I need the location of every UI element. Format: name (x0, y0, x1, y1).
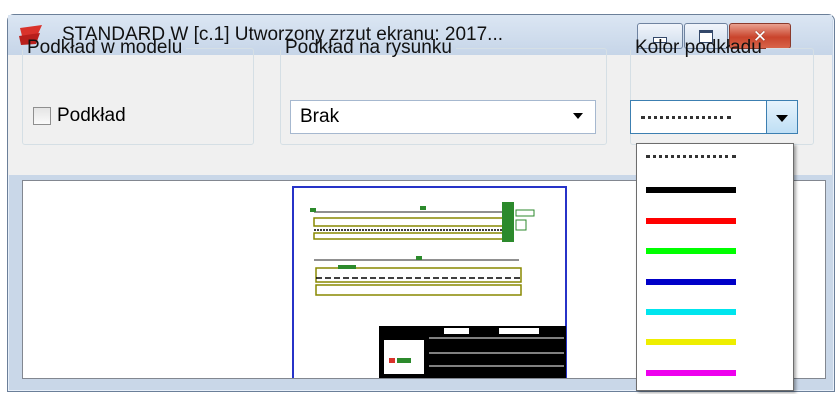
color-swatch-cyan (646, 309, 736, 315)
color-option-cyan[interactable] (637, 300, 793, 322)
color-option-blue[interactable] (637, 270, 793, 292)
model-background-group: Podkład w modelu (22, 37, 254, 145)
color-swatch-magenta (646, 370, 736, 376)
color-swatch-dotted (646, 155, 736, 158)
podklad-checkbox-row[interactable]: Podkład (33, 105, 126, 127)
color-option-dotted[interactable] (637, 146, 793, 168)
color-option-magenta[interactable] (637, 361, 793, 383)
color-option-green[interactable] (637, 239, 793, 261)
color-swatch-black (646, 187, 736, 193)
color-dropdown-button[interactable] (766, 101, 797, 133)
chevron-down-icon (776, 115, 788, 122)
color-swatch-blue (646, 279, 736, 285)
background-color-legend: Kolor podkładu (635, 37, 762, 58)
drawing-thumbnail (310, 202, 566, 378)
color-option-red[interactable] (637, 209, 793, 231)
model-background-legend: Podkład w modelu (27, 37, 183, 58)
color-dropdown-list[interactable] (636, 143, 794, 391)
selected-color-swatch (641, 116, 731, 119)
drawing-background-value: Brak (300, 106, 340, 127)
podklad-checkbox[interactable] (33, 107, 51, 125)
podklad-checkbox-label: Podkład (57, 105, 126, 126)
color-option-black[interactable] (637, 178, 793, 200)
color-option-yellow[interactable] (637, 330, 793, 352)
color-swatch-yellow (646, 339, 736, 345)
color-swatch-green (646, 248, 736, 254)
drawing-background-select[interactable]: Brak (290, 100, 596, 134)
drawing-background-legend: Podkład na rysunku (285, 37, 452, 58)
background-color-select[interactable] (630, 100, 798, 134)
color-swatch-red (646, 218, 736, 224)
chevron-down-icon (573, 113, 583, 119)
